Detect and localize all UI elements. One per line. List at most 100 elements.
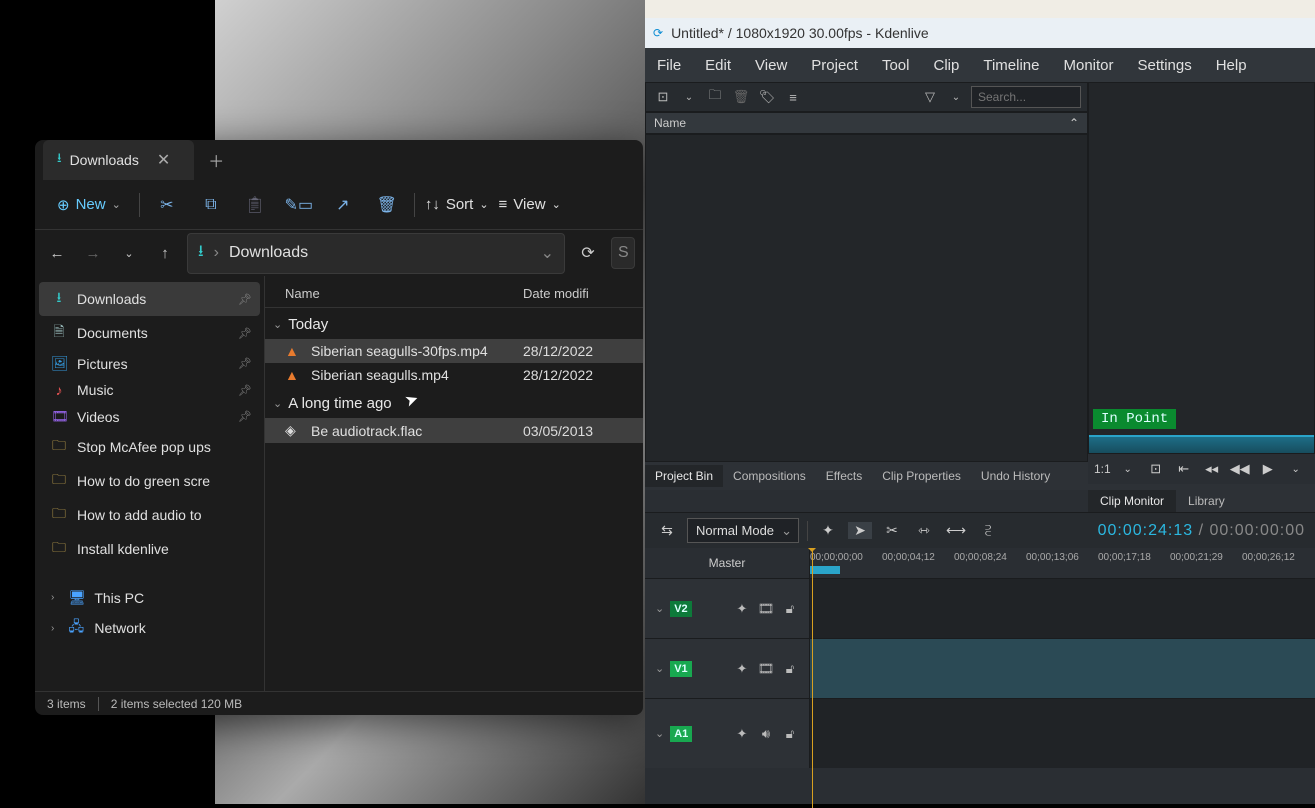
up-button[interactable]: ↑ — [151, 245, 179, 262]
menu-settings[interactable]: Settings — [1138, 57, 1192, 74]
recent-dropdown[interactable]: ⌄ — [115, 247, 143, 260]
chevron-down-icon[interactable]: ⌄ — [678, 92, 700, 103]
menu-project[interactable]: Project — [811, 57, 858, 74]
paste-icon[interactable]: 📋︎ — [238, 195, 272, 215]
monitor-ruler[interactable] — [1089, 435, 1314, 453]
lock-icon[interactable]: 🔓︎ — [781, 601, 799, 617]
tab-clip-monitor[interactable]: Clip Monitor — [1088, 490, 1176, 512]
refresh-button[interactable]: ⟳ — [573, 243, 603, 263]
collapse-icon[interactable]: ⌄ — [655, 662, 664, 675]
search-field[interactable]: S — [611, 237, 635, 269]
master-label[interactable]: Master — [645, 548, 810, 578]
sort-button[interactable]: ↑↓ Sort ⌄ — [425, 196, 489, 213]
column-name[interactable]: Name — [285, 286, 523, 301]
edit-mode-select[interactable]: Normal Mode — [687, 518, 799, 543]
column-date[interactable]: Date modifi — [523, 286, 623, 301]
effects-icon[interactable]: ✦ — [733, 601, 751, 617]
file-row[interactable]: ▲Siberian seagulls.mp428/12/2022 — [265, 363, 643, 387]
track-options-icon[interactable]: ⇆ — [655, 522, 679, 539]
group-long-ago[interactable]: ⌄A long time ago — [265, 387, 643, 418]
collapse-icon[interactable]: ⌄ — [655, 602, 664, 615]
menu-help[interactable]: Help — [1216, 57, 1247, 74]
list-header[interactable]: Name Date modifi — [265, 280, 643, 308]
file-row[interactable]: ▲Siberian seagulls-30fps.mp428/12/2022 — [265, 339, 643, 363]
sidebar-item-this-pc[interactable]: ›🖥︎This PC — [39, 584, 260, 611]
composition-icon[interactable]: ✦ — [816, 522, 840, 539]
bin-column-header[interactable]: Name ⌃ — [645, 112, 1088, 134]
menu-edit[interactable]: Edit — [705, 57, 731, 74]
explorer-tab-downloads[interactable]: ⭳ Downloads ✕ — [43, 140, 194, 180]
menu-monitor[interactable]: Monitor — [1063, 57, 1113, 74]
selection-tool-icon[interactable]: ➤ — [848, 522, 872, 539]
cut-icon[interactable]: ✂ — [150, 195, 184, 215]
playhead[interactable] — [812, 548, 813, 808]
delete-icon[interactable]: 🗑︎ — [370, 195, 404, 215]
track-body[interactable] — [810, 699, 1315, 768]
tag-icon[interactable]: 🏷︎ — [756, 89, 778, 105]
sidebar-item-folder[interactable]: 🗀Stop McAfee pop ups — [39, 430, 260, 464]
effects-icon[interactable]: ✦ — [733, 661, 751, 677]
lock-icon[interactable]: 🔓︎ — [781, 726, 799, 742]
options-icon[interactable]: ≡ — [782, 90, 804, 105]
bin-search-field[interactable] — [971, 86, 1081, 108]
menu-timeline[interactable]: Timeline — [983, 57, 1039, 74]
chevron-down-icon[interactable]: ⌄ — [541, 243, 554, 263]
sidebar-item-network[interactable]: ›🖧Network — [39, 611, 260, 645]
rename-icon[interactable]: ✎▭ — [282, 195, 316, 215]
collapse-icon[interactable]: ⌄ — [655, 727, 664, 740]
sidebar-item-folder[interactable]: 🗀How to do green scre — [39, 464, 260, 498]
tab-effects[interactable]: Effects — [816, 465, 872, 487]
sidebar-item-pictures[interactable]: 🖼︎Pictures📌︎ — [39, 350, 260, 377]
new-tab-button[interactable]: ＋ — [198, 144, 234, 176]
chevron-down-icon[interactable]: ⌄ — [1285, 464, 1307, 475]
expand-icon[interactable]: › — [51, 592, 54, 603]
timeline-zone[interactable] — [810, 566, 840, 574]
track-header[interactable]: ⌄ V2 ✦ 🎞︎ 🔓︎ — [645, 579, 810, 638]
rewind-icon[interactable]: ◀◀ — [1229, 461, 1251, 477]
effects-icon[interactable]: ✦ — [733, 726, 751, 742]
tab-undo-history[interactable]: Undo History — [971, 465, 1060, 487]
back-button[interactable]: ← — [43, 245, 71, 262]
breadcrumb-current[interactable]: Downloads — [229, 244, 308, 262]
add-clip-icon[interactable]: ⊡ — [652, 89, 674, 105]
slip-icon[interactable]: ⟷ — [944, 522, 968, 539]
close-tab-icon[interactable]: ✕ — [147, 146, 180, 174]
view-button[interactable]: ≡ View ⌄ — [499, 196, 561, 213]
track-header[interactable]: ⌄ A1 ✦ 🔊︎ 🔓︎ — [645, 699, 810, 768]
tab-compositions[interactable]: Compositions — [723, 465, 816, 487]
forward-button[interactable]: → — [79, 245, 107, 262]
ripple-icon[interactable]: ⫔ — [976, 522, 1000, 539]
mute-icon[interactable]: 🔊︎ — [757, 726, 775, 742]
delete-clip-icon[interactable]: 🗑︎ — [730, 89, 752, 105]
razor-icon[interactable]: ✂ — [880, 522, 904, 539]
sidebar-item-documents[interactable]: 🗎Documents📌︎ — [39, 316, 260, 350]
menu-tool[interactable]: Tool — [882, 57, 910, 74]
sidebar-item-music[interactable]: ♪Music📌︎ — [39, 377, 260, 403]
tab-clip-properties[interactable]: Clip Properties — [872, 465, 971, 487]
zoom-scale[interactable]: 1:1 — [1094, 462, 1111, 476]
menu-file[interactable]: File — [657, 57, 681, 74]
video-icon[interactable]: 🎞︎ — [757, 661, 775, 677]
track-body[interactable] — [810, 639, 1315, 698]
copy-icon[interactable]: ⧉ — [194, 196, 228, 214]
expand-icon[interactable]: › — [51, 623, 54, 634]
sidebar-item-videos[interactable]: 🎞︎Videos📌︎ — [39, 403, 260, 430]
prev-frame-icon[interactable]: ◂◂ — [1201, 461, 1223, 477]
monitor-viewport[interactable]: In Point — [1088, 82, 1315, 454]
add-folder-icon[interactable]: 🗀 — [704, 86, 726, 108]
chevron-down-icon[interactable]: ⌄ — [1117, 464, 1139, 475]
spacer-icon[interactable]: ⇿ — [912, 522, 936, 539]
timecode-display[interactable]: 00:00:24:13 / 00:00:00:00 — [1098, 522, 1305, 540]
bin-search-input[interactable] — [971, 86, 1081, 108]
video-icon[interactable]: 🎞︎ — [757, 601, 775, 617]
address-bar[interactable]: ⭳ › Downloads ⌄ — [187, 233, 565, 274]
bin-content-area[interactable] — [645, 134, 1088, 462]
new-button[interactable]: ⊕ New ⌄ — [49, 192, 129, 218]
chevron-down-icon[interactable]: ⌄ — [945, 92, 967, 103]
track-body[interactable] — [810, 579, 1315, 638]
sidebar-item-folder[interactable]: 🗀How to add audio to — [39, 498, 260, 532]
sidebar-item-folder[interactable]: 🗀Install kdenlive — [39, 532, 260, 566]
goto-start-icon[interactable]: ⇤ — [1173, 461, 1195, 477]
track-header[interactable]: ⌄ V1 ✦ 🎞︎ 🔓︎ — [645, 639, 810, 698]
file-row[interactable]: ◈Be audiotrack.flac03/05/2013 — [265, 418, 643, 443]
